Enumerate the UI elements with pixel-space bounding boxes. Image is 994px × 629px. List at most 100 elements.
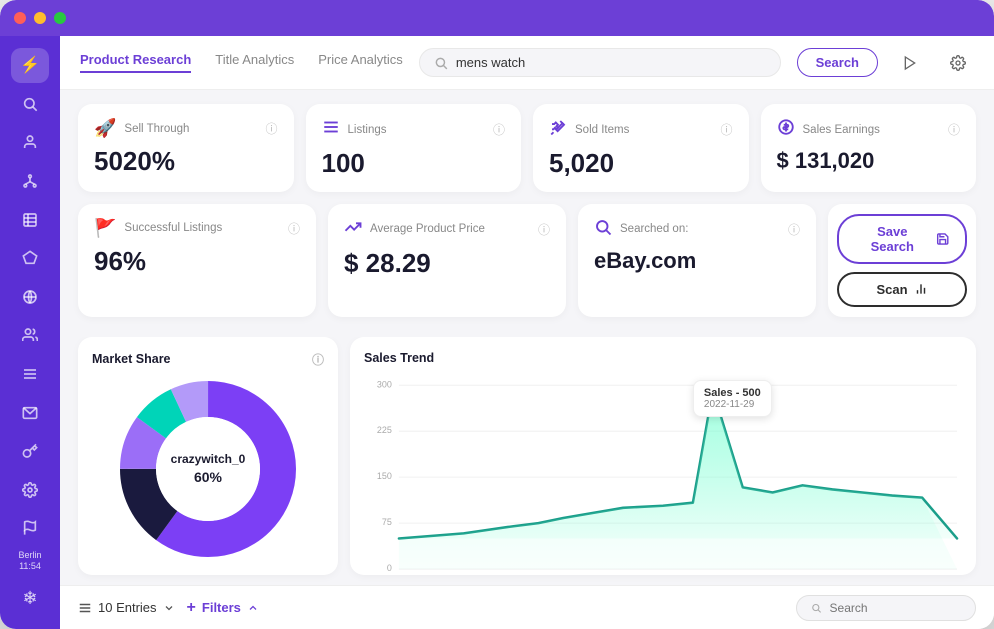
sell-through-label: Sell Through (124, 123, 189, 135)
successful-listings-info[interactable]: ⓘ (288, 220, 300, 237)
market-share-title: Market Share ⓘ (92, 351, 324, 368)
sold-items-icon (549, 118, 567, 141)
bottom-search-icon (811, 602, 822, 614)
bar-chart-icon (914, 282, 928, 296)
sidebar-item-flag[interactable] (11, 511, 49, 546)
tab-title-analytics[interactable]: Title Analytics (215, 52, 294, 73)
video-icon-button[interactable] (894, 47, 926, 79)
sidebar-item-user[interactable] (11, 125, 49, 160)
sales-earnings-info[interactable]: ⓘ (948, 121, 960, 138)
charts-section: Market Share ⓘ (60, 337, 994, 585)
metrics-section: 🚀 Sell Through ⓘ 5020% Listings ⓘ (60, 90, 994, 337)
filters-button[interactable]: + Filters (187, 599, 259, 617)
sidebar-item-logo[interactable]: ⚡ (11, 48, 49, 83)
title-bar (0, 0, 994, 36)
avg-price-value: $ 28.29 (344, 249, 550, 278)
filters-chevron-icon (247, 602, 259, 614)
plus-icon: + (187, 599, 196, 617)
tab-price-analytics[interactable]: Price Analytics (318, 52, 403, 73)
main-search-bar (419, 48, 781, 77)
sidebar: ⚡ (0, 36, 60, 629)
searched-on-label: Searched on: (620, 223, 688, 235)
sidebar-weather-icon: ❄ (11, 579, 49, 617)
maximize-dot[interactable] (54, 12, 66, 24)
content-area: Product Research Title Analytics Price A… (60, 36, 994, 629)
sales-earnings-label: Sales Earnings (803, 124, 880, 136)
searched-on-value: eBay.com (594, 249, 800, 273)
nav-tabs: Product Research Title Analytics Price A… (80, 52, 403, 73)
sidebar-item-settings[interactable] (11, 473, 49, 508)
sales-earnings-value: $ 131,020 (777, 149, 961, 173)
scan-button[interactable]: Scan (837, 272, 967, 307)
svg-text:0: 0 (387, 563, 392, 573)
bottom-search-bar (796, 595, 976, 621)
metric-avg-price: Average Product Price ⓘ $ 28.29 (328, 204, 566, 317)
svg-text:225: 225 (377, 425, 392, 435)
donut-center-text: crazywitch_0 60% (171, 451, 246, 487)
metric-sell-through: 🚀 Sell Through ⓘ 5020% (78, 104, 294, 192)
avg-price-info[interactable]: ⓘ (538, 221, 550, 238)
sidebar-item-layers[interactable] (11, 357, 49, 392)
sidebar-bottom: Berlin 11:54 ❄ (11, 550, 49, 617)
main-layout: ⚡ (0, 36, 994, 629)
sidebar-item-key[interactable] (11, 434, 49, 469)
sold-items-label: Sold Items (575, 124, 629, 136)
close-dot[interactable] (14, 12, 26, 24)
bottom-bar: 10 Entries + Filters (60, 585, 994, 629)
listings-info[interactable]: ⓘ (493, 121, 505, 138)
metric-successful-listings: 🚩 Successful Listings ⓘ 96% (78, 204, 316, 317)
metric-listings: Listings ⓘ 100 (306, 104, 522, 192)
market-share-card: Market Share ⓘ (78, 337, 338, 575)
metric-sold-items: Sold Items ⓘ 5,020 (533, 104, 749, 192)
metric-sales-earnings: Sales Earnings ⓘ $ 131,020 (761, 104, 977, 192)
top-nav: Product Research Title Analytics Price A… (60, 36, 994, 90)
svg-text:300: 300 (377, 379, 392, 389)
sidebar-city-time: Berlin 11:54 (18, 550, 41, 573)
search-input[interactable] (456, 55, 766, 70)
sidebar-item-mail[interactable] (11, 395, 49, 430)
metric-searched-on: Searched on: ⓘ eBay.com (578, 204, 816, 317)
minimize-dot[interactable] (34, 12, 46, 24)
svg-text:2022-12-06: 2022-12-06 (858, 577, 896, 579)
entries-select[interactable]: 10 Entries (78, 600, 175, 615)
listings-value: 100 (322, 149, 506, 178)
app-window: ⚡ (0, 0, 994, 629)
sidebar-item-hierarchy[interactable] (11, 164, 49, 199)
sidebar-item-diamond[interactable] (11, 241, 49, 276)
successful-listings-label: Successful Listings (124, 222, 222, 234)
settings-icon-button[interactable] (942, 47, 974, 79)
sold-items-info[interactable]: ⓘ (720, 121, 732, 138)
bottom-search-input[interactable] (830, 601, 961, 615)
sell-through-icon: 🚀 (94, 118, 116, 139)
searched-on-info[interactable]: ⓘ (788, 221, 800, 238)
sidebar-item-search[interactable] (11, 87, 49, 122)
svg-text:75: 75 (382, 517, 392, 527)
avg-price-icon (344, 218, 362, 241)
entries-icon (78, 601, 92, 615)
search-icon (434, 56, 448, 70)
metrics-row-1: 🚀 Sell Through ⓘ 5020% Listings ⓘ (78, 104, 976, 192)
sales-earnings-icon (777, 118, 795, 141)
sales-trend-card: Sales Trend Sales - 500 2022-11-29 300 2… (350, 337, 976, 575)
metrics-row-2: 🚩 Successful Listings ⓘ 96% Average Prod… (78, 204, 976, 317)
svg-text:2022-11-24: 2022-11-24 (574, 577, 612, 579)
avg-price-label: Average Product Price (370, 223, 485, 235)
searched-on-icon (594, 218, 612, 241)
svg-text:150: 150 (377, 471, 392, 481)
search-button[interactable]: Search (797, 48, 878, 77)
sidebar-item-table[interactable] (11, 202, 49, 237)
tab-product-research[interactable]: Product Research (80, 52, 191, 73)
sidebar-item-globe[interactable] (11, 280, 49, 315)
successful-listings-icon: 🚩 (94, 218, 116, 239)
sidebar-item-people[interactable] (11, 318, 49, 353)
save-search-button[interactable]: Save Search (837, 214, 967, 264)
entries-label: 10 Entries (98, 600, 157, 615)
entries-chevron-icon (163, 602, 175, 614)
sell-through-value: 5020% (94, 147, 278, 176)
svg-text:2022-11-30: 2022-11-30 (729, 577, 767, 579)
sell-through-info[interactable]: ⓘ (265, 120, 277, 137)
market-share-info[interactable]: ⓘ (312, 351, 324, 368)
listings-label: Listings (348, 124, 387, 136)
filters-label: Filters (202, 600, 241, 615)
svg-text:2022-12-09: 2022-12-09 (923, 577, 961, 579)
